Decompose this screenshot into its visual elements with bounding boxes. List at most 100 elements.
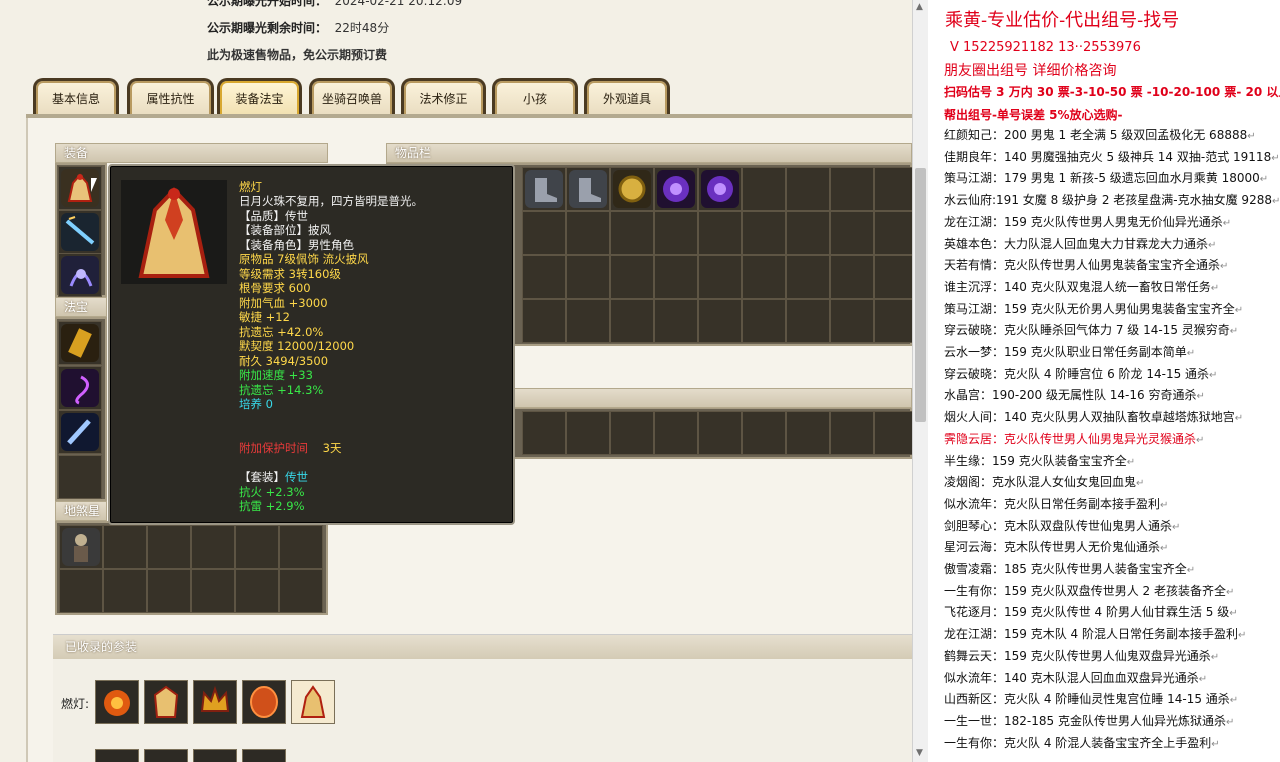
tab-appearance[interactable]: 外观道具 — [584, 78, 670, 116]
dishao-slot-6[interactable] — [279, 525, 323, 569]
inventory-item-orb-1[interactable] — [654, 167, 698, 211]
inventory-slot-empty[interactable] — [786, 411, 830, 455]
inventory-slot-empty[interactable] — [742, 167, 786, 211]
inventory-slot-empty[interactable] — [830, 167, 874, 211]
scroll-down-icon[interactable]: ▼ — [916, 748, 923, 758]
inventory-slot-empty[interactable] — [654, 411, 698, 455]
inventory-slot-empty[interactable] — [654, 299, 698, 343]
ad-promo-2: 帮出组号-单号误差 5%放心选购- — [944, 108, 1123, 122]
trade-page: 公示期曝光开始时间： 2024-02-21 20:12:09 公示期曝光剩余时间… — [0, 0, 912, 762]
inventory-slot-empty[interactable] — [742, 411, 786, 455]
set-item-7[interactable] — [144, 749, 188, 762]
equip-slot-accessory[interactable] — [58, 253, 102, 297]
inventory-slot-empty[interactable] — [566, 299, 610, 343]
inventory-slot-empty[interactable] — [830, 255, 874, 299]
inventory-slot-empty[interactable] — [698, 299, 742, 343]
ad-entry-text: 傲雪凌霜：185 克火队传世男人装备宝宝齐全 — [944, 562, 1187, 576]
inventory-slot-empty[interactable] — [698, 255, 742, 299]
dishao-slot-8[interactable] — [103, 569, 147, 613]
set-item-4[interactable] — [242, 680, 286, 724]
ad-entry-text: 剑胆琴心：克木队双盘队传世仙鬼男人通杀 — [944, 518, 1173, 533]
dishao-slot-11[interactable] — [235, 569, 279, 613]
inventory-slot-empty[interactable] — [742, 255, 786, 299]
tab-attributes[interactable]: 属性抗性 — [127, 78, 214, 116]
set-item-9[interactable] — [242, 749, 286, 762]
return-mark-icon: ↵ — [1172, 521, 1181, 533]
dishao-slot-3[interactable] — [147, 525, 191, 569]
inventory-slot-empty[interactable] — [786, 255, 830, 299]
inventory-item-coin[interactable] — [610, 167, 654, 211]
tab-children[interactable]: 小孩 — [492, 78, 578, 116]
inventory-slot-empty[interactable] — [654, 211, 698, 255]
dishao-slot-12[interactable] — [279, 569, 323, 613]
set-item-5[interactable] — [291, 680, 335, 724]
inventory-item-orb-2[interactable] — [698, 167, 742, 211]
inventory-slot-empty[interactable] — [830, 411, 874, 455]
dishao-slot-9[interactable] — [147, 569, 191, 613]
return-mark-icon: ↵ — [1196, 391, 1205, 403]
inventory-slot-empty[interactable] — [786, 211, 830, 255]
inventory-item-boots-1[interactable] — [522, 167, 566, 211]
inventory-slot-empty[interactable] — [566, 255, 610, 299]
fabao-slot-4[interactable] — [58, 455, 102, 499]
tab-mounts-summons[interactable]: 坐骑召唤兽 — [309, 78, 395, 116]
inventory-slot-empty[interactable] — [874, 255, 912, 299]
ad-entry: 半生缘：159 克火队装备宝宝齐全↵ — [944, 451, 1135, 471]
inventory-slot-empty[interactable] — [522, 255, 566, 299]
inventory-slot-empty[interactable] — [874, 167, 912, 211]
set-item-1[interactable] — [95, 680, 139, 724]
page-scrollbar[interactable]: ▲ ▼ — [912, 0, 928, 762]
inventory-slot-empty[interactable] — [522, 211, 566, 255]
exposure-remaining-value: 22时48分 — [334, 21, 390, 35]
ad-entry: 傲雪凌霜：185 克火队传世男人装备宝宝齐全↵ — [944, 559, 1195, 579]
inventory-slot-empty[interactable] — [786, 299, 830, 343]
dishao-slot-1[interactable] — [59, 525, 103, 569]
fabao-slot-1[interactable] — [58, 321, 102, 365]
ad-entry-text: 龙在江湖：159 克木队 4 阶混人日常任务副本接手盈利 — [944, 627, 1238, 642]
inventory-slot-empty[interactable] — [830, 211, 874, 255]
inventory-slot-empty[interactable] — [610, 211, 654, 255]
inventory-slot-empty[interactable] — [566, 211, 610, 255]
ad-entry: 一生一世：182-185 克金队传世男人仙异光炼狱通杀↵ — [944, 711, 1234, 731]
dishao-slot-7[interactable] — [59, 569, 103, 613]
swirl-icon — [61, 369, 99, 407]
dishao-slot-10[interactable] — [191, 569, 235, 613]
inventory-slot-empty[interactable] — [874, 211, 912, 255]
inventory-slot-empty[interactable] — [610, 411, 654, 455]
dishao-slot-2[interactable] — [103, 525, 147, 569]
inventory-slot-empty[interactable] — [698, 211, 742, 255]
set-item-6[interactable] — [95, 749, 139, 762]
tab-basic-info[interactable]: 基本信息 — [33, 78, 119, 116]
set-item-3[interactable] — [193, 680, 237, 724]
tab-equipment[interactable]: 装备法宝 — [217, 78, 302, 116]
return-mark-icon: ↵ — [1160, 543, 1169, 555]
inventory-item-boots-2[interactable] — [566, 167, 610, 211]
return-mark-icon: ↵ — [1259, 174, 1269, 186]
dishao-slot-5[interactable] — [235, 525, 279, 569]
inventory-slot-empty[interactable] — [522, 299, 566, 343]
inventory-slot-empty[interactable] — [610, 255, 654, 299]
inventory-slot-empty[interactable] — [610, 299, 654, 343]
scroll-thumb[interactable] — [915, 168, 926, 422]
ad-entry: 烟火人间：140 克火队男人双抽队畜牧卓越塔炼狱地宫↵ — [944, 407, 1243, 427]
ad-entry: 似水流年：克火队日常任务副本接手盈利↵ — [944, 494, 1168, 514]
set-item-2[interactable] — [144, 680, 188, 724]
inventory-slot-empty[interactable] — [698, 411, 742, 455]
inventory-slot-empty[interactable] — [742, 299, 786, 343]
inventory-slot-empty[interactable] — [742, 211, 786, 255]
fabao-slot-2[interactable] — [58, 366, 102, 410]
inventory-slot-empty[interactable] — [566, 411, 610, 455]
fabao-slot-3[interactable] — [58, 410, 102, 454]
inventory-slot-empty[interactable] — [654, 255, 698, 299]
ad-entry-text: 谁主沉浮：140 克火队双鬼混人统一畜牧日常任务 — [944, 279, 1211, 294]
dishao-slot-4[interactable] — [191, 525, 235, 569]
inventory-slot-empty[interactable] — [830, 299, 874, 343]
set-item-8[interactable] — [193, 749, 237, 762]
equip-slot-weapon[interactable] — [58, 210, 102, 254]
inventory-slot-empty[interactable] — [786, 167, 830, 211]
inventory-slot-empty[interactable] — [522, 411, 566, 455]
inventory-slot-empty[interactable] — [874, 299, 912, 343]
inventory-slot-empty[interactable] — [874, 411, 912, 455]
scroll-up-icon[interactable]: ▲ — [916, 2, 923, 12]
tab-spell-correction[interactable]: 法术修正 — [401, 78, 486, 116]
